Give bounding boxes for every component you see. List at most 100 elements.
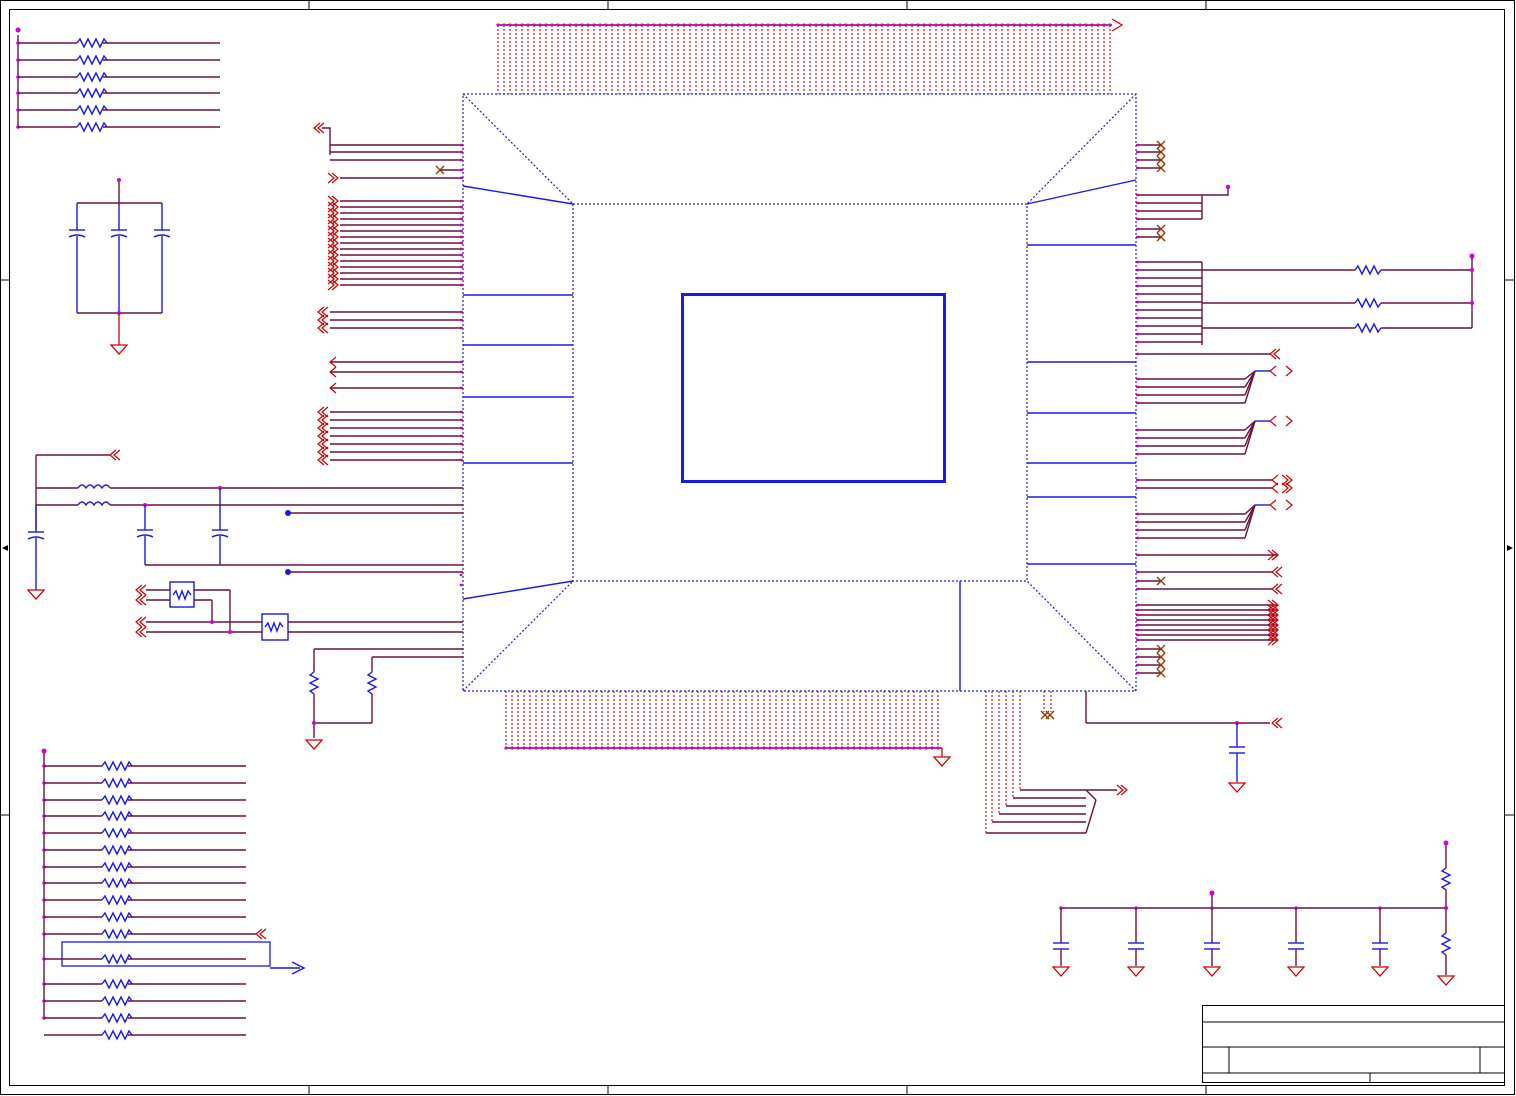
junction-dot <box>840 746 844 750</box>
junction-dot <box>832 23 836 27</box>
junction-dot <box>502 23 506 27</box>
junction-dot <box>676 23 680 27</box>
junction-dot <box>628 23 632 27</box>
pin-end <box>1136 352 1140 356</box>
pin-end <box>1136 579 1140 583</box>
junction-dot <box>712 23 716 27</box>
pin-end <box>459 277 463 281</box>
junction-dot <box>814 23 818 27</box>
pin-end <box>1136 613 1140 617</box>
title-block <box>1202 1005 1505 1083</box>
resistor <box>101 1012 133 1024</box>
junction-dot <box>672 746 676 750</box>
junction-dot <box>912 746 916 750</box>
junction-dot <box>1024 23 1028 27</box>
junction-dot <box>574 23 578 27</box>
pin-end <box>1136 284 1140 288</box>
resistor <box>101 794 133 806</box>
junction-dot <box>652 23 656 27</box>
pin-end <box>459 241 463 245</box>
junction-dot <box>850 23 854 27</box>
junction-dot <box>916 23 920 27</box>
pin-end <box>459 265 463 269</box>
ground-symbol <box>1126 966 1146 977</box>
junction-dot <box>706 23 710 27</box>
junction-dot <box>522 746 526 750</box>
junction-dot <box>678 746 682 750</box>
pin-end <box>1136 158 1140 162</box>
pin-end <box>1136 647 1140 651</box>
resistor <box>101 978 133 990</box>
ground-symbol <box>1051 966 1071 977</box>
pin-end <box>459 199 463 203</box>
pin-end <box>1136 166 1140 170</box>
junction-dot <box>660 746 664 750</box>
junction-dot <box>622 23 626 27</box>
junction-dot <box>862 23 866 27</box>
junction-dot <box>1096 23 1100 27</box>
ground-symbol <box>26 589 46 600</box>
resistor <box>101 877 133 889</box>
junction-dot <box>1036 23 1040 27</box>
junction-dot <box>1000 23 1004 27</box>
ground-symbol <box>1227 782 1247 793</box>
resistor <box>101 928 133 940</box>
pin-end <box>1136 570 1140 574</box>
bus-entry <box>1085 799 1097 834</box>
resistor <box>76 54 108 66</box>
port-arrow <box>1120 784 1128 796</box>
junction-dot <box>690 746 694 750</box>
pin-end <box>459 442 463 446</box>
junction-dot <box>780 746 784 750</box>
capacitor <box>136 505 154 565</box>
resistor <box>101 777 133 789</box>
junction-dot <box>540 746 544 750</box>
junction-dot <box>894 746 898 750</box>
junction-dot <box>1072 23 1076 27</box>
junction-dot <box>694 23 698 27</box>
sheet-border <box>0 0 1515 1095</box>
junction-dot <box>510 746 514 750</box>
junction-dot <box>786 746 790 750</box>
pin-end <box>1136 671 1140 675</box>
junction-dot <box>654 746 658 750</box>
port-arrow <box>1271 583 1279 595</box>
bottom-right-bus <box>985 691 1283 834</box>
junction-dot <box>796 23 800 27</box>
junction-dot <box>604 23 608 27</box>
junction-dot <box>580 23 584 27</box>
pin-end <box>459 418 463 422</box>
junction-dot <box>958 23 962 27</box>
pin-end <box>459 223 463 227</box>
junction-dot <box>504 746 508 750</box>
pin-end <box>459 360 463 364</box>
resistor <box>101 861 133 873</box>
junction-dot <box>900 746 904 750</box>
pin-end <box>1136 663 1140 667</box>
junction-dot <box>772 23 776 27</box>
junction-dot <box>564 746 568 750</box>
junction-dot <box>640 23 644 27</box>
junction-dot <box>988 23 992 27</box>
pin-end <box>1136 628 1140 632</box>
junction-dot <box>778 23 782 27</box>
capacitor <box>27 505 45 590</box>
pin-end <box>1136 324 1140 328</box>
resistor <box>101 1029 133 1041</box>
junction-dot <box>982 23 986 27</box>
junction-dot <box>516 746 520 750</box>
junction-dot <box>514 23 518 27</box>
pin-end <box>459 176 463 180</box>
port-arrow <box>331 172 339 184</box>
junction-dot <box>618 746 622 750</box>
junction-dot <box>664 23 668 27</box>
junction-dot <box>784 23 788 27</box>
junction-dot <box>874 23 878 27</box>
junction-dot <box>616 23 620 27</box>
pin-end <box>1136 300 1140 304</box>
pin-end <box>1136 150 1140 154</box>
pin-end <box>1136 292 1140 296</box>
port-arrow <box>1285 415 1293 427</box>
pin-end <box>1136 444 1140 448</box>
resistor <box>101 760 133 772</box>
